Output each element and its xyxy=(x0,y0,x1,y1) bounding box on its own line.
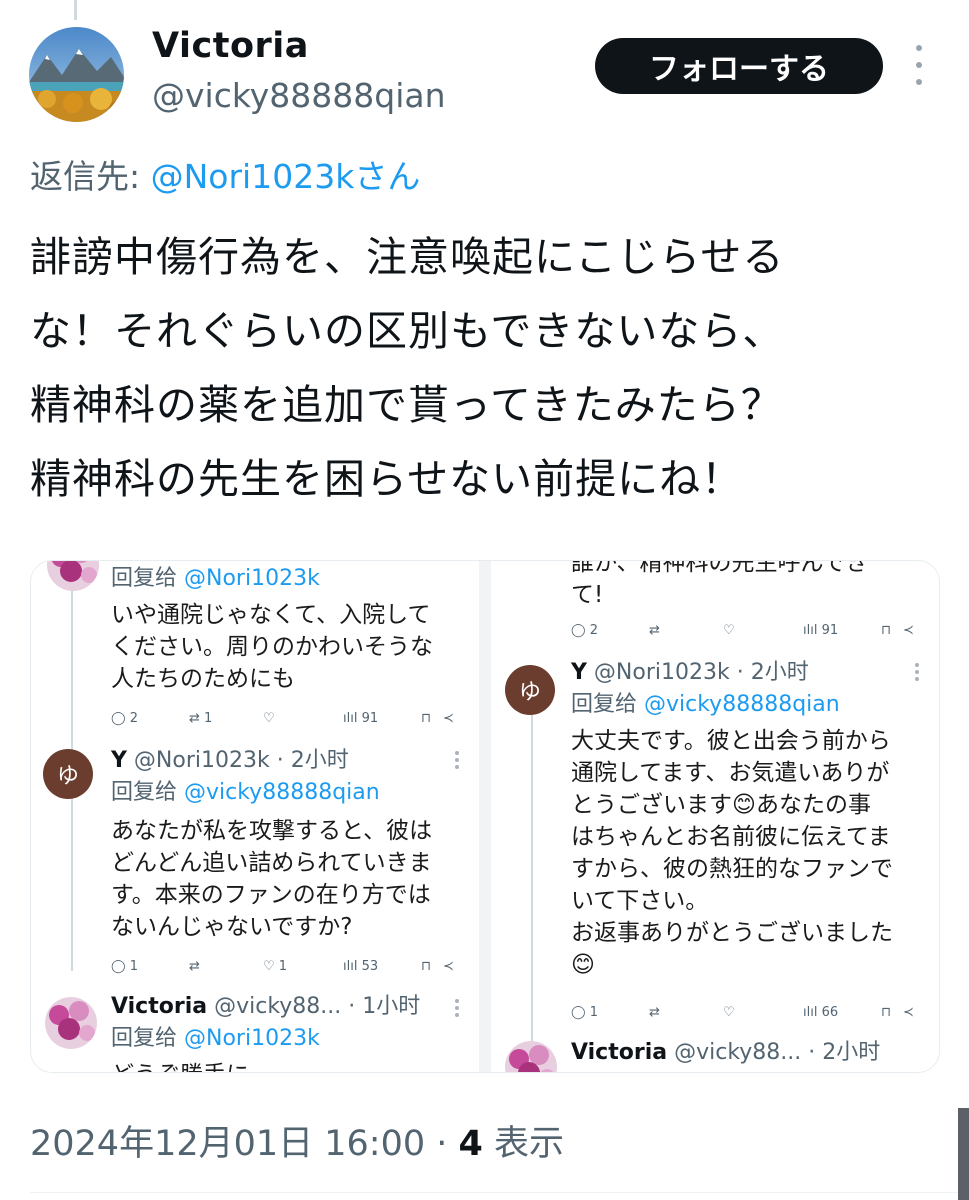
share-icon[interactable]: ≺ xyxy=(903,1005,914,1020)
retweet-icon[interactable]: ⇄ 1 xyxy=(189,711,212,726)
like-icon[interactable]: ♡ xyxy=(723,1005,735,1020)
bookmark-icon[interactable]: ⊓ xyxy=(421,711,431,726)
tweet-timestamp: 2024年12月01日 16:00 · 4 表示 xyxy=(30,1115,564,1166)
timestamp-date[interactable]: 2024年12月01日 16:00 · xyxy=(30,1124,459,1164)
reply-icon[interactable]: ◯ 1 xyxy=(111,959,138,974)
reply-header: Y @Nori1023k · 2小时 xyxy=(571,660,809,685)
reply-to-label: 回复给 @Nori1023k xyxy=(111,1026,320,1051)
share-icon[interactable]: ≺ xyxy=(903,623,914,638)
avatar: ゆ xyxy=(43,749,93,799)
reply-body: 誰か、精神科の先生呼んでき xyxy=(571,561,869,576)
reply-to-label: 回复给 @Nori1023k xyxy=(111,566,320,591)
reply-to-line: 返信先: @Nori1023kさん xyxy=(30,150,420,198)
avatar xyxy=(47,561,99,591)
share-icon[interactable]: ≺ xyxy=(443,711,454,726)
divider xyxy=(30,1192,969,1193)
thread-connector-line xyxy=(74,0,77,20)
like-icon[interactable]: ♡ xyxy=(263,711,275,726)
tweet-body: 誹謗中傷行為を、注意喚起にこじらせる な！それぐらいの区別もできないなら、 精神… xyxy=(30,220,950,516)
avatar: ゆ xyxy=(505,665,555,715)
follow-button[interactable]: フォローする xyxy=(595,38,883,94)
share-icon[interactable]: ≺ xyxy=(443,959,454,974)
views-label: 表示 xyxy=(482,1124,565,1164)
thread-line xyxy=(531,715,533,1045)
views-icon[interactable]: ılıl 53 xyxy=(343,959,378,974)
retweet-icon[interactable]: ⇄ xyxy=(649,623,660,638)
reply-to-mention[interactable]: @Nori1023kさん xyxy=(151,157,421,196)
reply-icon[interactable]: ◯ 2 xyxy=(111,711,138,726)
reply-icon[interactable]: ◯ 2 xyxy=(571,623,598,638)
reply-body: 大丈夫です。彼と出会う前から 通院してます、お気遣いありが とうございます😊あな… xyxy=(571,728,893,978)
reply-body: あなたが私を攻撃すると、彼は どんどん追い詰められていきま す。本来のファンの在… xyxy=(111,818,433,940)
tweet-text-line: な！それぐらいの区別もできないなら、 xyxy=(30,307,785,355)
action-bar: ◯ 1 ⇄ ♡ ılıl 66 ⊓ ≺ xyxy=(571,1005,921,1023)
like-icon[interactable]: ♡ xyxy=(723,623,735,638)
tweet-text-line: 誹謗中傷行為を、注意喚起にこじらせる xyxy=(30,233,785,281)
views-count: 4 xyxy=(458,1124,483,1164)
reply-body: て! xyxy=(571,582,604,608)
media-image-left[interactable]: 回复给 @Nori1023k いや通院じゃなくて、入院して ください。周りのかわ… xyxy=(31,561,479,1072)
author-handle[interactable]: @vicky88888qian xyxy=(152,76,446,115)
action-bar: ◯ 2 ⇄ ♡ ılıl 91 ⊓ ≺ xyxy=(571,623,921,641)
action-bar: ◯ 2 ⇄ 1 ♡ ılıl 91 ⊓ ≺ xyxy=(111,711,461,729)
reply-to-label: 返信先: xyxy=(30,157,151,196)
reply-body: どうぞ勝手に xyxy=(111,1059,249,1072)
reply-to-label: 回复给 @vicky88888qian xyxy=(111,780,380,805)
avatar xyxy=(45,997,97,1049)
reply-icon[interactable]: ◯ 1 xyxy=(571,1005,598,1020)
more-options-icon[interactable] xyxy=(915,663,919,681)
attached-media[interactable]: 回复给 @Nori1023k いや通院じゃなくて、入院して ください。周りのかわ… xyxy=(30,560,940,1073)
more-options-icon[interactable] xyxy=(904,45,934,85)
tweet-text-line: 精神科の先生を困らせない前提にね！ xyxy=(30,455,744,503)
media-divider xyxy=(479,561,491,1072)
views-icon[interactable]: ılıl 91 xyxy=(803,623,838,638)
media-image-right[interactable]: 誰か、精神科の先生呼んでき て! ◯ 2 ⇄ ♡ ılıl 91 ⊓ ≺ ゆ Y… xyxy=(491,561,939,1072)
bookmark-icon[interactable]: ⊓ xyxy=(881,1005,891,1020)
views-icon[interactable]: ılıl 91 xyxy=(343,711,378,726)
reply-header: Victoria @vicky88... · 1小时 xyxy=(111,994,421,1019)
reply-body: いや通院じゃなくて、入院して ください。周りのかわいそうな 人たちのためにも xyxy=(111,602,433,692)
retweet-icon[interactable]: ⇄ xyxy=(649,1005,660,1020)
like-icon[interactable]: ♡ 1 xyxy=(263,959,287,974)
retweet-icon[interactable]: ⇄ xyxy=(189,959,200,974)
avatar xyxy=(505,1041,557,1072)
action-bar: ◯ 1 ⇄ ♡ 1 ılıl 53 ⊓ ≺ xyxy=(111,959,461,977)
bookmark-icon[interactable]: ⊓ xyxy=(421,959,431,974)
author-name[interactable]: Victoria xyxy=(152,26,309,66)
bookmark-icon[interactable]: ⊓ xyxy=(881,623,891,638)
scrollbar[interactable] xyxy=(958,1108,969,1200)
more-options-icon[interactable] xyxy=(455,999,459,1017)
avatar[interactable] xyxy=(29,27,124,122)
tweet-text-line: 精神科の薬を追加で貰ってきたみたら？ xyxy=(30,381,783,429)
more-options-icon[interactable] xyxy=(455,751,459,769)
reply-header: Y @Nori1023k · 2小时 xyxy=(111,748,349,773)
reply-header: Victoria @vicky88... · 2小时 xyxy=(571,1040,881,1065)
views-icon[interactable]: ılıl 66 xyxy=(803,1005,838,1020)
reply-to-label: 回复给 @vicky88888qian xyxy=(571,692,840,717)
